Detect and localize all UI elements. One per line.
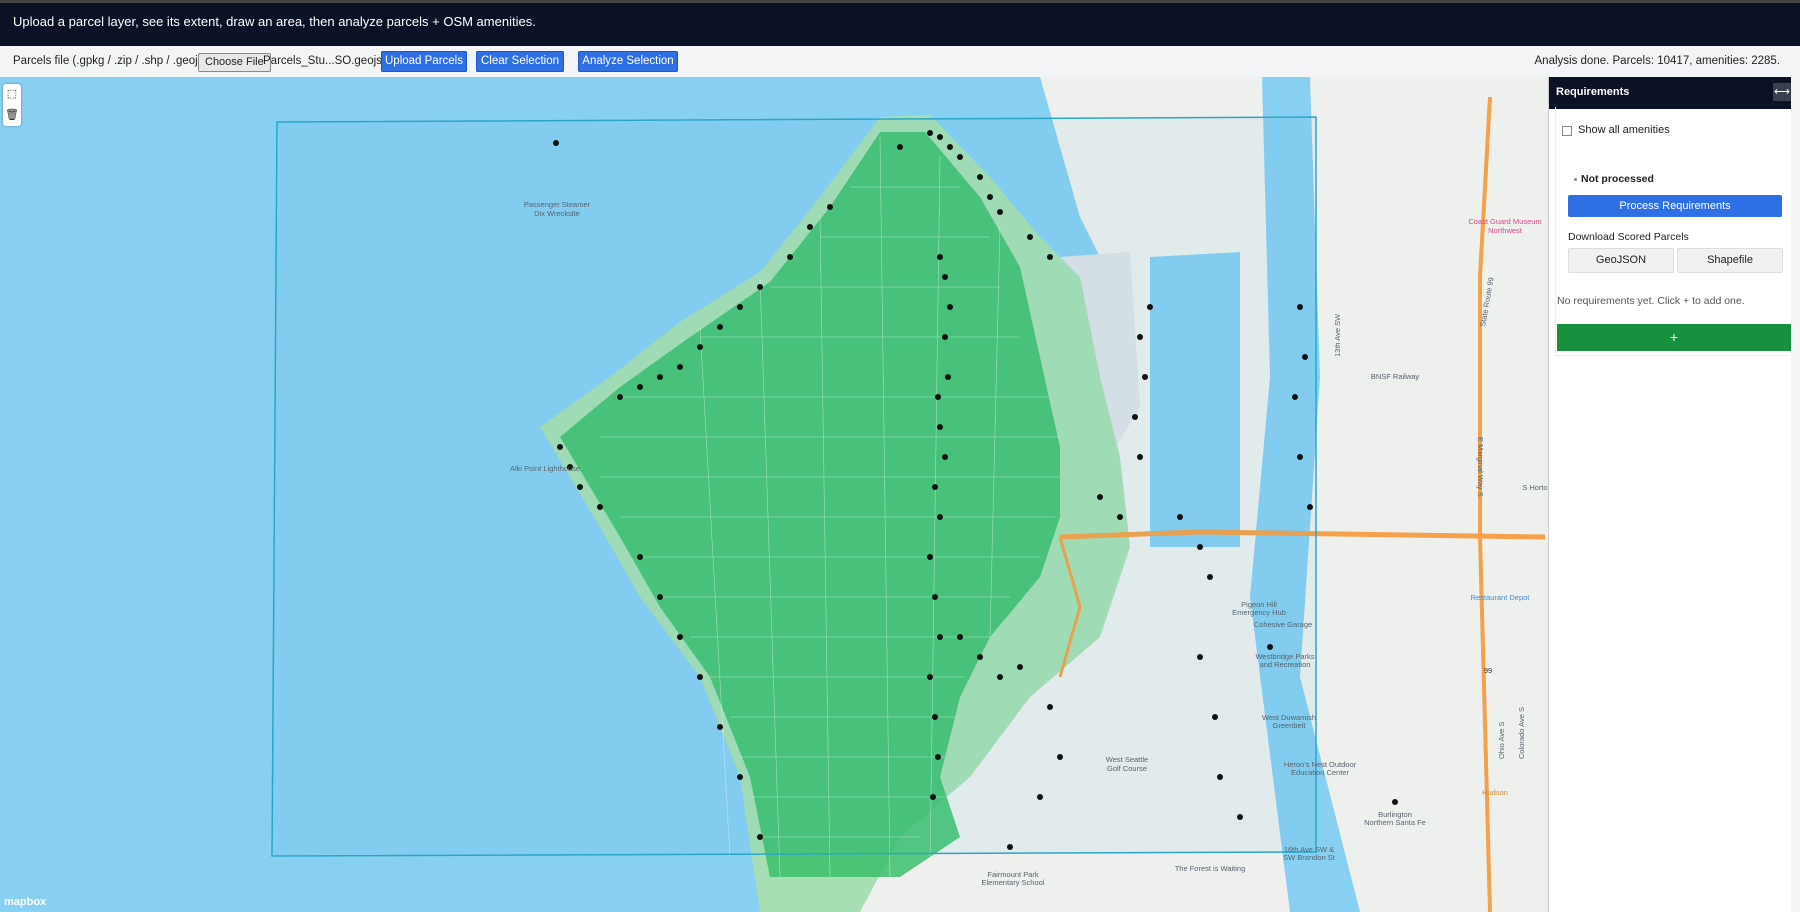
map-label-restaurant: Restaurant Depot xyxy=(1471,593,1531,602)
add-requirement-button[interactable]: + xyxy=(1557,324,1791,351)
map-label-route99: 99 xyxy=(1484,666,1492,675)
mapbox-logo[interactable]: mapbox xyxy=(4,896,46,908)
show-all-amenities-label: Show all amenities xyxy=(1578,124,1670,136)
map-label-bnsf: BNSF Railway xyxy=(1371,372,1420,381)
map-label-wreck2: Dix Wreckslte xyxy=(534,209,580,218)
map-label-ohio: Ohio Ave S xyxy=(1497,722,1506,759)
toolbar: Parcels file (.gpkg / .zip / .shp / .geo… xyxy=(0,46,1790,78)
panel-toggle-icon[interactable]: ⟷ xyxy=(1773,83,1791,101)
map-label-duwamish2: Greenbelt xyxy=(1273,721,1307,730)
map-label-golf: West Seattle xyxy=(1106,755,1148,764)
process-requirements-button[interactable]: Process Requirements xyxy=(1568,195,1782,217)
map-label-forest: The Forest is Waiting xyxy=(1175,864,1246,873)
analysis-status: Analysis done. Parcels: 10417, amenities… xyxy=(1534,55,1780,67)
trash-icon[interactable]: 🗑 xyxy=(3,105,21,126)
polygon-draw-icon[interactable]: ⬚ xyxy=(3,84,21,105)
panel-header: Requirements ⟷ xyxy=(1549,77,1791,109)
empty-requirements-text: No requirements yet. Click + to add one. xyxy=(1557,295,1745,307)
map-label-colorado: Colorado Ave S xyxy=(1517,707,1526,759)
map-label-cohesive: Cohesive Garage xyxy=(1254,620,1312,629)
map-label-ave13: 13th Ave SW xyxy=(1333,313,1342,357)
map-label-herons2: Education Center xyxy=(1291,768,1349,777)
analyze-selection-button[interactable]: Analyze Selection xyxy=(578,51,678,72)
download-geojson-button[interactable]: GeoJSON xyxy=(1568,248,1674,273)
selection-rectangle xyxy=(271,116,1317,857)
map-label-school2: Elementary School xyxy=(982,878,1045,887)
map-svg: Passenger Steamer Dix Wreckslte Alki Poi… xyxy=(271,77,1548,912)
page-scrollbar[interactable] xyxy=(1790,46,1800,912)
download-heading: Download Scored Parcels xyxy=(1568,231,1689,243)
map-label-alki: Alki Point Lighthouse xyxy=(510,464,580,473)
map-label-museum2: Northwest xyxy=(1488,226,1523,235)
processing-status: Not processed xyxy=(1581,173,1654,185)
map-label-pigeon2: Emergency Hub xyxy=(1232,608,1286,617)
choose-file-button[interactable]: Choose File xyxy=(198,53,271,72)
panel-title: Requirements xyxy=(1556,86,1630,98)
map-label-hudson: Hudson xyxy=(1482,788,1508,797)
file-label: Parcels file (.gpkg / .zip / .shp / .geo… xyxy=(13,55,224,67)
map-canvas[interactable]: Passenger Steamer Dix Wreckslte Alki Poi… xyxy=(0,77,1548,912)
draw-controls: ⬚ 🗑 xyxy=(3,84,21,126)
map-label-golf2: Golf Course xyxy=(1107,764,1147,773)
download-shapefile-button[interactable]: Shapefile xyxy=(1677,248,1783,273)
instructions-bar: Upload a parcel layer, see its extent, d… xyxy=(0,3,1800,46)
selected-file-name: Parcels_Stu...SO.geojson xyxy=(263,55,395,67)
map-label-horton: S Horto xyxy=(1522,483,1547,492)
upload-parcels-button[interactable]: Upload Parcels xyxy=(381,51,467,72)
requirements-panel: Requirements ⟷ Show all amenities Not pr… xyxy=(1548,77,1791,912)
map-label-museum: Coast Guard Museum xyxy=(1468,217,1541,226)
map-label-burlington2: Northern Santa Fe xyxy=(1364,818,1426,827)
clear-selection-button[interactable]: Clear Selection xyxy=(476,51,564,72)
map-label-ave16b: SW Brandon St xyxy=(1283,853,1336,862)
map-label-westbridge2: and Recreation xyxy=(1260,660,1311,669)
map-label-marginal: E Marginal Way S xyxy=(1476,437,1485,497)
instructions-text: Upload a parcel layer, see its extent, d… xyxy=(13,14,536,29)
map-label-wreck: Passenger Steamer xyxy=(524,200,591,209)
show-all-amenities-checkbox[interactable] xyxy=(1562,126,1572,136)
status-dot-icon xyxy=(1574,178,1577,181)
